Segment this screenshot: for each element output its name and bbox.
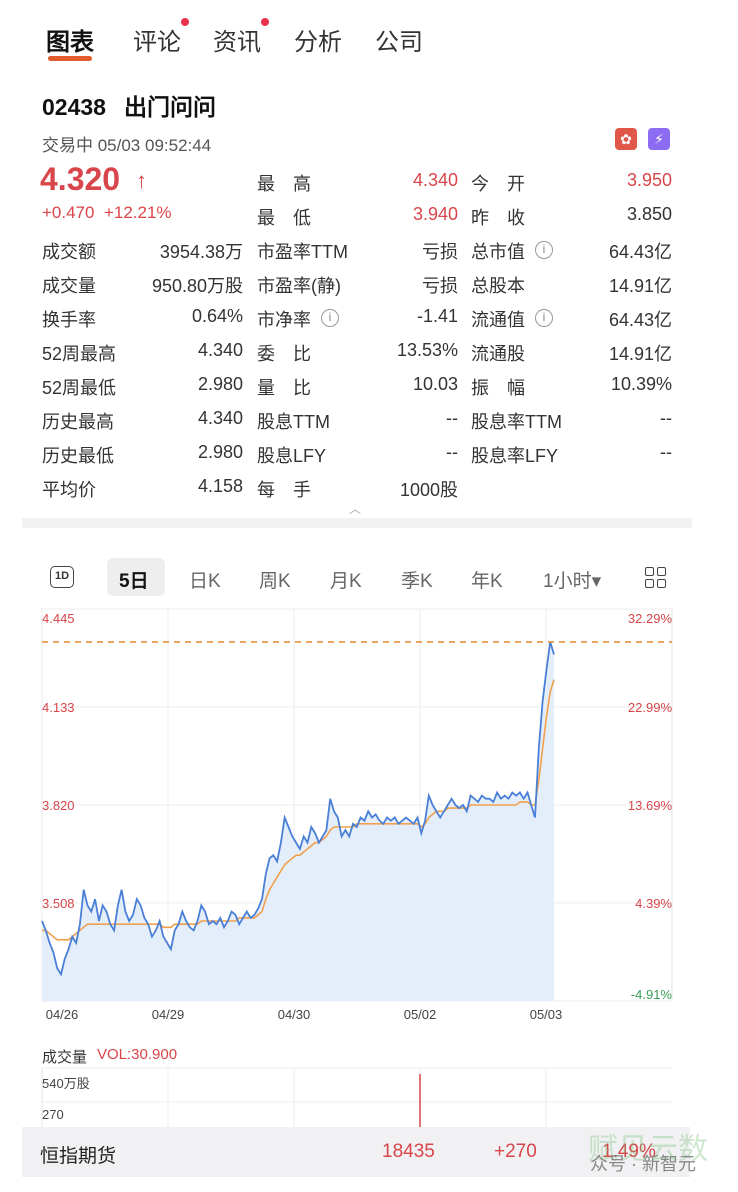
- ticker-price: 18435: [382, 1141, 435, 1162]
- y-tick-label-right: -4.91%: [631, 987, 673, 1002]
- volume-title: 成交量: [42, 1049, 88, 1066]
- ticker-name: 恒指期货: [40, 1146, 117, 1167]
- price-chart[interactable]: 4.445 32.29% 4.133 22.99% 3.820 13.69% 3.508 4.…: [0, 0, 738, 1192]
- price-area: [42, 641, 554, 1001]
- y-tick-label-right: 4.39%: [635, 896, 672, 911]
- x-tick-label: 04/29: [152, 1007, 185, 1022]
- y-tick-label: 4.445: [42, 611, 75, 626]
- x-tick-label: 04/26: [46, 1007, 79, 1022]
- x-tick-label: 04/30: [278, 1007, 311, 1022]
- volume-tick-top: 540万股: [42, 1076, 90, 1091]
- y-tick-label: 4.133: [42, 700, 75, 715]
- y-tick-label-right: 32.29%: [628, 611, 673, 626]
- x-tick-label: 05/02: [404, 1007, 437, 1022]
- volume-value: VOL:30.900: [97, 1046, 178, 1063]
- y-tick-label-right: 22.99%: [628, 700, 673, 715]
- watermark-text: 众号 · 新智元: [590, 1154, 696, 1174]
- ticker-change: +270: [494, 1141, 537, 1162]
- y-tick-label: 3.508: [42, 896, 75, 911]
- x-tick-label: 05/03: [530, 1007, 563, 1022]
- y-tick-label: 3.820: [42, 798, 75, 813]
- volume-tick-mid: 270: [42, 1107, 64, 1122]
- y-tick-label-right: 13.69%: [628, 798, 673, 813]
